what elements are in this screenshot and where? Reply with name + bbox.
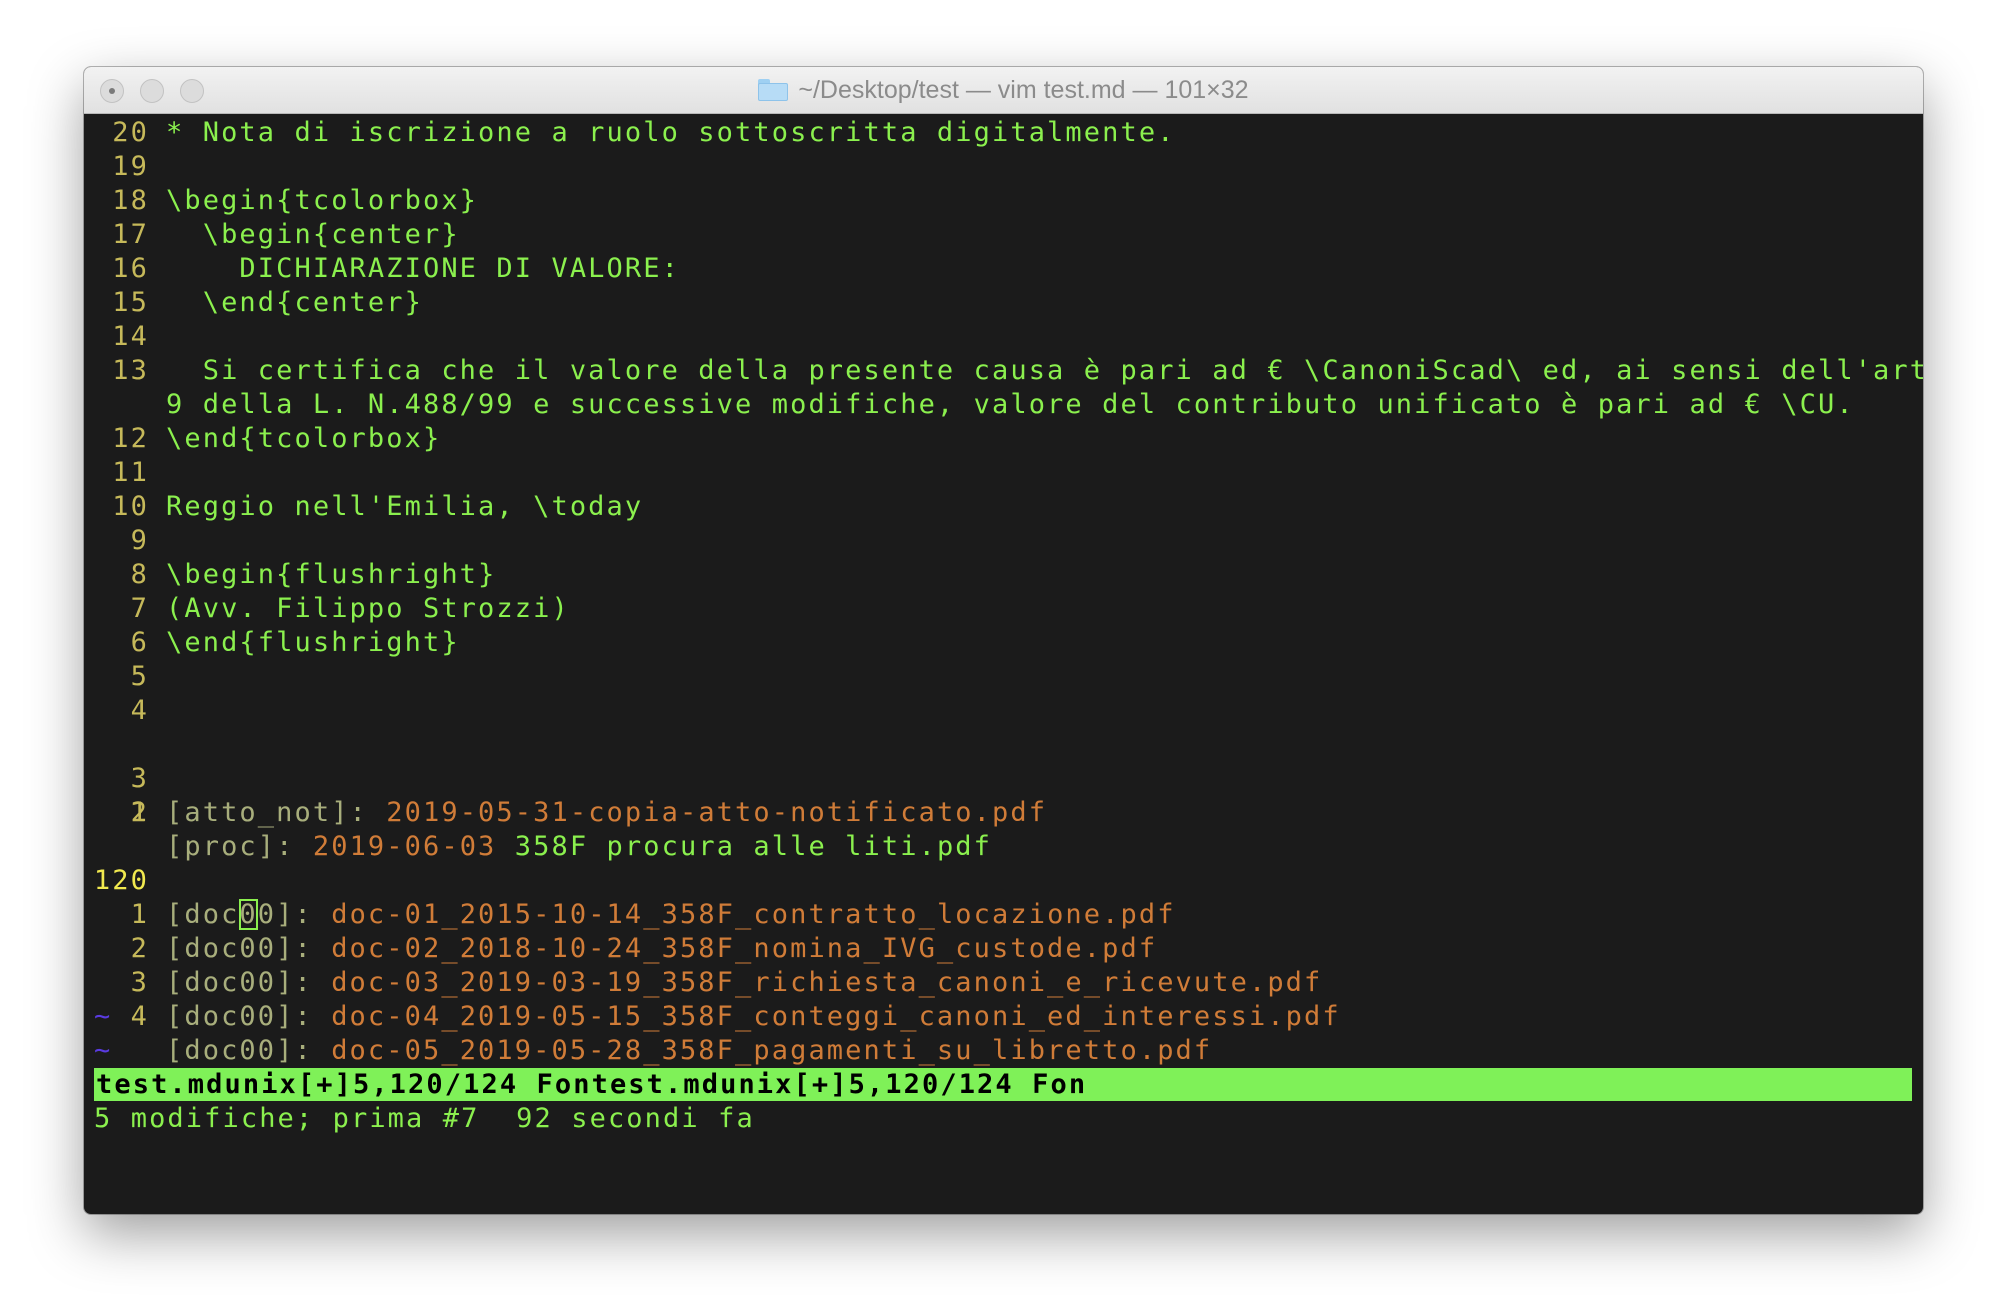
empty-line-tilde: ~: [94, 1001, 113, 1032]
empty-line-tilde: ~: [94, 1035, 113, 1066]
folder-icon: [758, 79, 789, 101]
reference-line-atto-not: 3 [atto_not]: 2019-05-31-copia-atto-noti…: [130, 763, 1048, 828]
window-title-container: ~/Desktop/test — vim test.md — 101×32: [84, 67, 1923, 113]
ref-file: doc-01_2015-10-14_358F_contratto_locazio…: [331, 899, 1176, 930]
doc-line: 4 [doc00]: doc-05_2019-05-28_358F_pagame…: [130, 1001, 1213, 1066]
vim-buffer[interactable]: 20 * Nota di iscrizione a ruolo sottoscri…: [84, 114, 1923, 1214]
doc-line: 1 [doc00]: doc-02_2018-10-24_358F_nomina…: [130, 899, 1158, 964]
ref-date: 2019-06-03: [312, 831, 497, 862]
title-bar[interactable]: ~/Desktop/test — vim test.md — 101×32: [84, 67, 1923, 114]
ref-label: [atto_not]:: [166, 797, 368, 828]
ref-file: 2019-05-31-copia-atto-notificato.pdf: [386, 797, 1048, 828]
doc-line: 2 [doc00]: doc-03_2019-03-19_358F_richie…: [130, 933, 1323, 998]
text-cursor: 0: [239, 899, 258, 930]
window-title: ~/Desktop/test — vim test.md — 101×32: [798, 75, 1249, 104]
terminal-window: ~/Desktop/test — vim test.md — 101×32 20…: [84, 67, 1923, 1214]
reference-line-proc: 2 [proc]: 2019-06-03 358F procura alle l…: [130, 797, 993, 862]
doc-line: 3 [doc00]: doc-04_2019-05-15_358F_conteg…: [130, 967, 1341, 1032]
current-line: 120 [doc00]: doc-01_2015-10-14_358F_cont…: [84, 830, 1173, 930]
command-line[interactable]: 5 modifiche; prima #7 92 secondi fa: [94, 1102, 755, 1136]
status-line: test.mdunix[+]5,120/124 Fontest.mdunix[+…: [94, 1068, 1912, 1101]
ref-file: 358F procura alle liti.pdf: [514, 831, 993, 862]
